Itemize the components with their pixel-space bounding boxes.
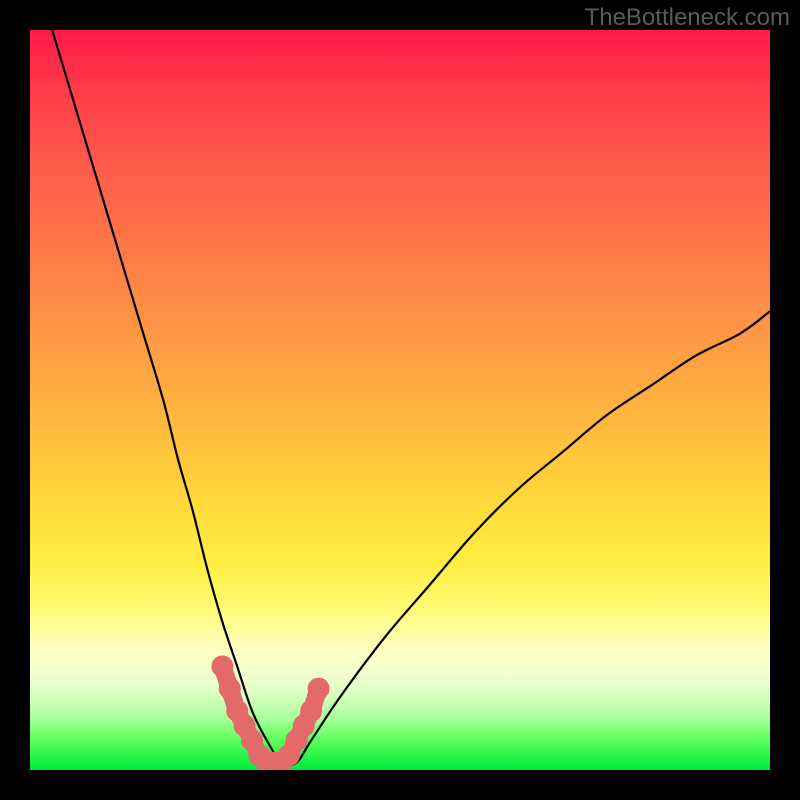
optimal-band-point <box>219 678 241 700</box>
chart-frame: TheBottleneck.com <box>0 0 800 800</box>
optimal-band-point <box>226 700 248 722</box>
optimal-band-point <box>241 729 263 751</box>
optimal-band-point <box>308 678 330 700</box>
chart-svg <box>30 30 770 770</box>
watermark-text: TheBottleneck.com <box>585 4 790 32</box>
optimal-band-point <box>271 752 293 770</box>
optimal-band-point <box>300 700 322 722</box>
optimal-band-point <box>234 715 256 737</box>
optimal-band <box>211 655 329 770</box>
optimal-band-point <box>248 744 270 766</box>
optimal-band-point <box>285 729 307 751</box>
optimal-band-point <box>278 744 300 766</box>
optimal-band-point <box>263 752 285 770</box>
optimal-band-point <box>293 715 315 737</box>
plot-area <box>30 30 770 770</box>
bottleneck-curve <box>52 30 770 765</box>
optimal-band-point <box>256 752 278 770</box>
optimal-band-point <box>211 655 233 677</box>
